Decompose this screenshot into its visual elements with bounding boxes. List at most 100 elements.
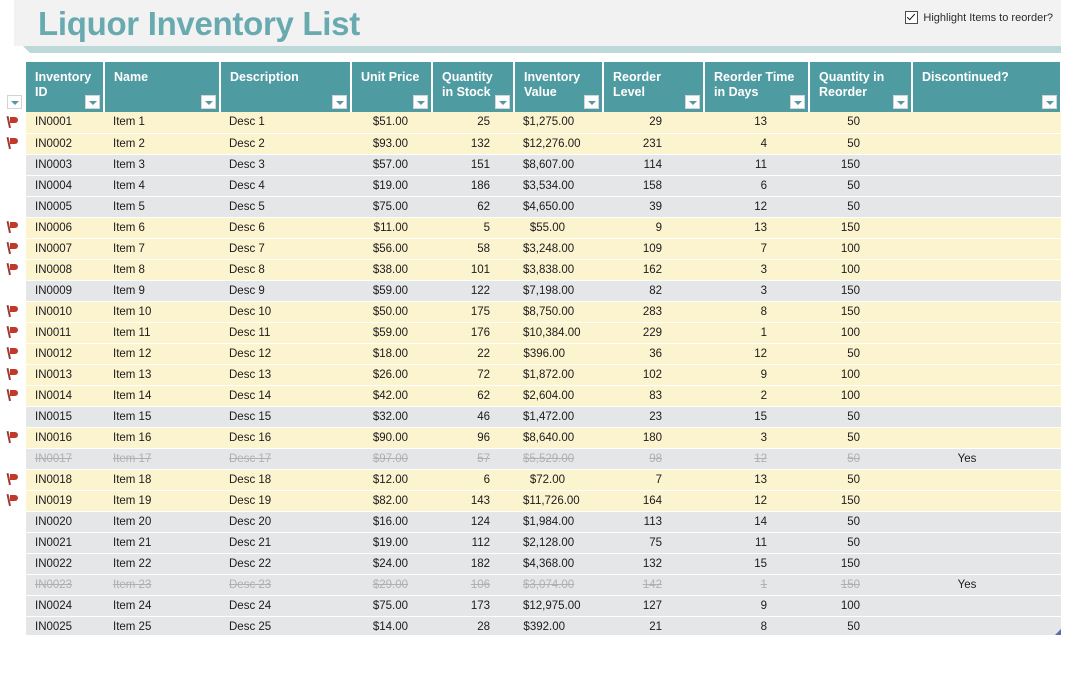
cell-inventory-id[interactable]: IN0005 (26, 196, 104, 217)
cell-quantity-in-reorder[interactable]: 150 (809, 154, 912, 175)
cell-inventory-value[interactable]: $3,838.00 (514, 259, 603, 280)
cell-discontinued[interactable] (912, 322, 1061, 343)
cell-name[interactable]: Item 18 (104, 469, 220, 490)
cell-name[interactable]: Item 12 (104, 343, 220, 364)
cell-reorder-time[interactable]: 15 (704, 406, 809, 427)
cell-description[interactable]: Desc 5 (220, 196, 351, 217)
cell-reorder-time[interactable]: 15 (704, 553, 809, 574)
cell-quantity-in-reorder[interactable]: 50 (809, 427, 912, 448)
cell-discontinued[interactable] (912, 196, 1061, 217)
cell-reorder-time[interactable]: 8 (704, 301, 809, 322)
cell-name[interactable]: Item 6 (104, 217, 220, 238)
table-row[interactable]: IN0004Item 4Desc 4$19.00186$3,534.001586… (0, 175, 1061, 196)
cell-reorder-time[interactable]: 12 (704, 490, 809, 511)
cell-description[interactable]: Desc 8 (220, 259, 351, 280)
cell-unit-price[interactable]: $16.00 (351, 511, 432, 532)
cell-discontinued[interactable] (912, 511, 1061, 532)
cell-reorder-level[interactable]: 127 (603, 595, 704, 616)
cell-reorder-level[interactable]: 113 (603, 511, 704, 532)
column-header-quantity-in-reorder[interactable]: Quantity in Reorder (809, 62, 912, 112)
cell-reorder-time[interactable]: 3 (704, 280, 809, 301)
cell-description[interactable]: Desc 20 (220, 511, 351, 532)
cell-inventory-value[interactable]: $12,975.00 (514, 595, 603, 616)
cell-name[interactable]: Item 20 (104, 511, 220, 532)
cell-inventory-id[interactable]: IN0003 (26, 154, 104, 175)
cell-quantity-in-reorder[interactable]: 50 (809, 343, 912, 364)
cell-name[interactable]: Item 19 (104, 490, 220, 511)
cell-unit-price[interactable]: $50.00 (351, 301, 432, 322)
cell-description[interactable]: Desc 22 (220, 553, 351, 574)
cell-inventory-value[interactable]: $3,248.00 (514, 238, 603, 259)
checkbox-checked-icon[interactable] (905, 11, 918, 24)
cell-quantity-in-reorder[interactable]: 50 (809, 616, 912, 637)
cell-inventory-value[interactable]: $392.00 (514, 616, 603, 637)
cell-inventory-id[interactable]: IN0009 (26, 280, 104, 301)
cell-discontinued[interactable] (912, 175, 1061, 196)
cell-quantity-in-reorder[interactable]: 150 (809, 490, 912, 511)
cell-quantity-in-reorder[interactable]: 50 (809, 532, 912, 553)
cell-description[interactable]: Desc 25 (220, 616, 351, 637)
cell-name[interactable]: Item 2 (104, 133, 220, 154)
cell-discontinued[interactable] (912, 469, 1061, 490)
column-header-reorder-time-in-days[interactable]: Reorder Time in Days (704, 62, 809, 112)
filter-dropdown-icon-description[interactable] (332, 95, 347, 109)
cell-description[interactable]: Desc 19 (220, 490, 351, 511)
cell-reorder-level[interactable]: 98 (603, 448, 704, 469)
cell-reorder-time[interactable]: 3 (704, 259, 809, 280)
cell-inventory-value[interactable]: $8,640.00 (514, 427, 603, 448)
filter-dropdown-icon-inventory-id[interactable] (85, 95, 100, 109)
cell-reorder-level[interactable]: 36 (603, 343, 704, 364)
cell-reorder-level[interactable]: 229 (603, 322, 704, 343)
table-row[interactable]: IN0014Item 14Desc 14$42.0062$2,604.00832… (0, 385, 1061, 406)
cell-inventory-value[interactable]: $4,650.00 (514, 196, 603, 217)
cell-quantity-in-reorder[interactable]: 150 (809, 217, 912, 238)
cell-discontinued[interactable] (912, 259, 1061, 280)
cell-inventory-id[interactable]: IN0007 (26, 238, 104, 259)
cell-quantity-in-stock[interactable]: 58 (432, 238, 514, 259)
cell-inventory-id[interactable]: IN0019 (26, 490, 104, 511)
cell-inventory-id[interactable]: IN0008 (26, 259, 104, 280)
cell-reorder-level[interactable]: 29 (603, 112, 704, 133)
cell-reorder-level[interactable]: 180 (603, 427, 704, 448)
filter-dropdown-icon-unit-price[interactable] (413, 95, 428, 109)
cell-inventory-id[interactable]: IN0016 (26, 427, 104, 448)
cell-quantity-in-stock[interactable]: 5 (432, 217, 514, 238)
cell-reorder-level[interactable]: 142 (603, 574, 704, 595)
cell-name[interactable]: Item 3 (104, 154, 220, 175)
cell-quantity-in-reorder[interactable]: 50 (809, 133, 912, 154)
cell-inventory-value[interactable]: $8,750.00 (514, 301, 603, 322)
column-header-unit-price[interactable]: Unit Price (351, 62, 432, 112)
cell-reorder-level[interactable]: 164 (603, 490, 704, 511)
cell-inventory-id[interactable]: IN0006 (26, 217, 104, 238)
cell-quantity-in-stock[interactable]: 25 (432, 112, 514, 133)
filter-dropdown-icon-discontinued[interactable] (1042, 95, 1057, 109)
cell-quantity-in-reorder[interactable]: 100 (809, 259, 912, 280)
cell-quantity-in-stock[interactable]: 151 (432, 154, 514, 175)
cell-name[interactable]: Item 25 (104, 616, 220, 637)
cell-description[interactable]: Desc 6 (220, 217, 351, 238)
cell-discontinued[interactable] (912, 280, 1061, 301)
cell-unit-price[interactable]: $26.00 (351, 364, 432, 385)
cell-reorder-time[interactable]: 1 (704, 574, 809, 595)
cell-reorder-level[interactable]: 21 (603, 616, 704, 637)
cell-quantity-in-stock[interactable]: 62 (432, 196, 514, 217)
cell-inventory-id[interactable]: IN0018 (26, 469, 104, 490)
cell-unit-price[interactable]: $19.00 (351, 175, 432, 196)
cell-unit-price[interactable]: $75.00 (351, 595, 432, 616)
cell-unit-price[interactable]: $97.00 (351, 448, 432, 469)
cell-inventory-value[interactable]: $3,534.00 (514, 175, 603, 196)
cell-reorder-level[interactable]: 7 (603, 469, 704, 490)
cell-name[interactable]: Item 4 (104, 175, 220, 196)
cell-inventory-value[interactable]: $3,074.00 (514, 574, 603, 595)
cell-quantity-in-reorder[interactable]: 50 (809, 196, 912, 217)
cell-reorder-level[interactable]: 114 (603, 154, 704, 175)
cell-inventory-id[interactable]: IN0004 (26, 175, 104, 196)
cell-reorder-time[interactable]: 12 (704, 343, 809, 364)
cell-quantity-in-reorder[interactable]: 100 (809, 385, 912, 406)
cell-unit-price[interactable]: $75.00 (351, 196, 432, 217)
cell-quantity-in-stock[interactable]: 132 (432, 133, 514, 154)
table-row[interactable]: IN0007Item 7Desc 7$56.0058$3,248.0010971… (0, 238, 1061, 259)
cell-unit-price[interactable]: $56.00 (351, 238, 432, 259)
column-header-inventory-value[interactable]: Inventory Value (514, 62, 603, 112)
cell-inventory-value[interactable]: $8,607.00 (514, 154, 603, 175)
